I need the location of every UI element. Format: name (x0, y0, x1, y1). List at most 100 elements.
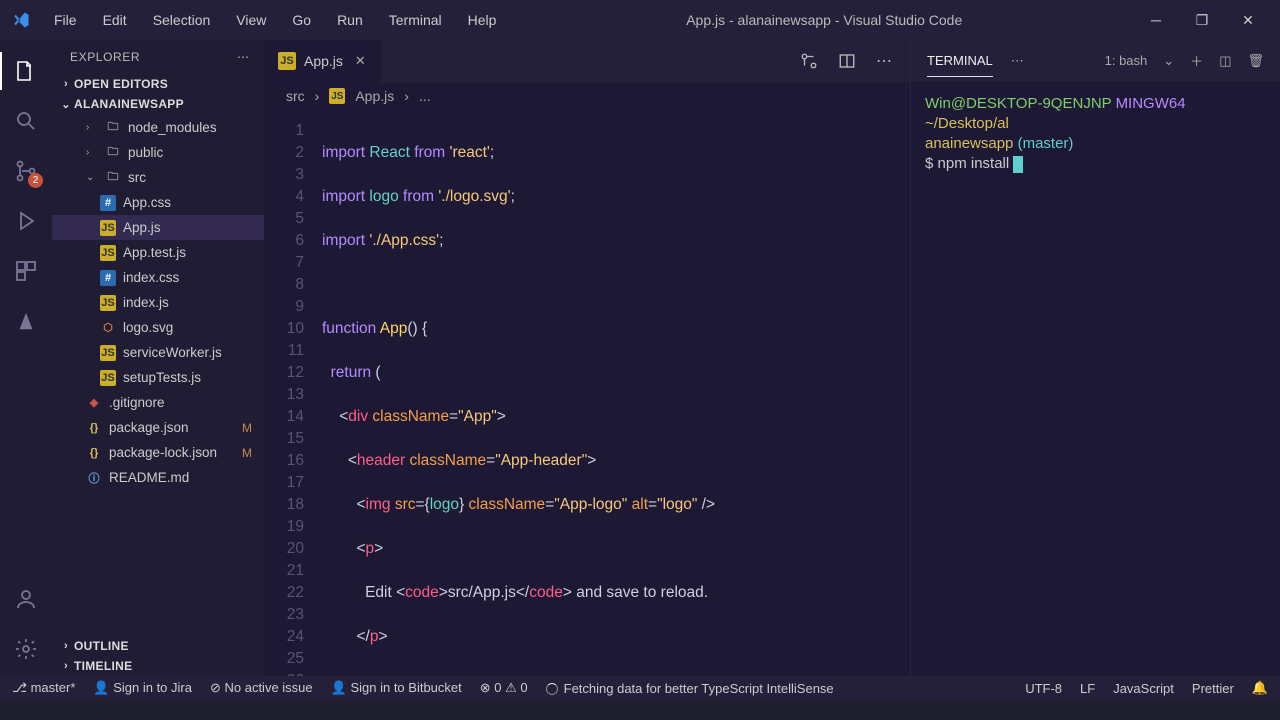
vscode-logo-icon (12, 11, 30, 29)
file-app-test[interactable]: JSApp.test.js (52, 240, 264, 265)
file-package-lock[interactable]: {}package-lock.jsonM (52, 440, 264, 465)
menu-selection[interactable]: Selection (143, 8, 221, 32)
tab-app-js[interactable]: JS App.js ✕ (264, 40, 381, 82)
menu-view[interactable]: View (226, 8, 276, 32)
js-icon: JS (100, 345, 116, 361)
chevron-down-icon[interactable]: ⌄ (1163, 53, 1174, 69)
trash-icon[interactable]: 🗑 (1247, 53, 1264, 69)
workspace: 2 EXPLORER⋯ ›OPEN EDITORS ⌄ALANAINEWSAPP… (0, 40, 1280, 676)
folder-icon: 🗀 (105, 145, 121, 161)
terminal-cursor (1013, 156, 1023, 173)
menu-file[interactable]: File (44, 8, 87, 32)
terminal-body[interactable]: Win@DESKTOP-9QENJNP MINGW64 ~/Desktop/al… (911, 82, 1280, 676)
explorer-icon[interactable] (13, 58, 39, 84)
maximize-icon[interactable]: ❐ (1188, 12, 1216, 29)
js-icon: JS (100, 245, 116, 261)
status-encoding[interactable]: UTF-8 (1025, 681, 1062, 696)
folder-src[interactable]: ⌄🗀src (52, 165, 264, 190)
menu-edit[interactable]: Edit (93, 8, 137, 32)
scm-badge: 2 (28, 173, 43, 188)
file-gitignore[interactable]: ◈.gitignore (52, 390, 264, 415)
explorer-sidebar: EXPLORER⋯ ›OPEN EDITORS ⌄ALANAINEWSAPP ›… (52, 40, 264, 676)
menu-terminal[interactable]: Terminal (379, 8, 452, 32)
menu-go[interactable]: Go (282, 8, 321, 32)
git-icon: ◈ (86, 395, 102, 411)
file-readme[interactable]: ⓘREADME.md (52, 465, 264, 490)
file-index-css[interactable]: #index.css (52, 265, 264, 290)
line-numbers: 1234567891011121314151617181920212223242… (264, 110, 322, 676)
status-eol[interactable]: LF (1080, 681, 1095, 696)
outline-section[interactable]: ›OUTLINE (52, 636, 264, 656)
explorer-title: EXPLORER⋯ (52, 40, 264, 74)
split-terminal-icon[interactable]: ◫ (1219, 53, 1231, 69)
file-app-js[interactable]: JSApp.js (52, 215, 264, 240)
css-icon: # (100, 195, 116, 211)
timeline-section[interactable]: ›TIMELINE (52, 656, 264, 676)
menu-run[interactable]: Run (327, 8, 373, 32)
breadcrumb[interactable]: src› JS App.js›... (264, 82, 910, 110)
js-icon: JS (100, 220, 116, 236)
new-terminal-icon[interactable]: ＋ (1190, 51, 1203, 70)
tab-label: App.js (304, 53, 343, 69)
spinner-icon (546, 683, 558, 695)
file-app-css[interactable]: #App.css (52, 190, 264, 215)
code-editor[interactable]: 1234567891011121314151617181920212223242… (264, 110, 910, 676)
status-branch[interactable]: ⎇ master* (12, 680, 75, 696)
status-language[interactable]: JavaScript (1113, 681, 1174, 696)
window-controls: ─ ❐ ✕ (1142, 12, 1268, 29)
panel-header: TERMINAL ⋯ 1: bash ⌄ ＋ ◫ 🗑 (911, 40, 1280, 82)
editor-tabs: JS App.js ✕ ⋯ (264, 40, 910, 82)
folder-icon: 🗀 (105, 170, 121, 186)
json-icon: {} (86, 420, 102, 436)
js-icon: JS (329, 88, 345, 104)
folder-public[interactable]: ›🗀public (52, 140, 264, 165)
file-logo-svg[interactable]: ⬡logo.svg (52, 315, 264, 340)
status-issue[interactable]: ⊘ No active issue (210, 680, 313, 696)
terminal-tab[interactable]: TERMINAL (927, 53, 993, 77)
split-editor-icon[interactable] (838, 52, 856, 70)
editor-actions: ⋯ (782, 40, 910, 82)
terminal-panel: TERMINAL ⋯ 1: bash ⌄ ＋ ◫ 🗑 Win@DESKTOP-9… (910, 40, 1280, 676)
more-icon[interactable]: ⋯ (237, 50, 250, 64)
menu-help[interactable]: Help (458, 8, 507, 32)
json-icon: {} (86, 445, 102, 461)
js-icon: JS (100, 295, 116, 311)
file-service-worker[interactable]: JSserviceWorker.js (52, 340, 264, 365)
search-icon[interactable] (13, 108, 39, 134)
account-icon[interactable] (13, 586, 39, 612)
status-ts[interactable]: Fetching data for better TypeScript Inte… (546, 681, 834, 696)
file-setup-tests[interactable]: JSsetupTests.js (52, 365, 264, 390)
notifications-icon[interactable]: 🔔 (1252, 680, 1268, 696)
minimize-icon[interactable]: ─ (1142, 12, 1170, 29)
code-content[interactable]: import React from 'react'; import logo f… (322, 110, 715, 676)
folder-node-modules[interactable]: ›🗀node_modules (52, 115, 264, 140)
more-icon[interactable]: ⋯ (876, 51, 892, 71)
status-jira[interactable]: 👤 Sign in to Jira (93, 680, 192, 696)
atlassian-icon[interactable] (13, 308, 39, 334)
titlebar: File Edit Selection View Go Run Terminal… (0, 0, 1280, 40)
js-icon: JS (100, 370, 116, 386)
more-icon[interactable]: ⋯ (1011, 53, 1024, 69)
extensions-icon[interactable] (13, 258, 39, 284)
compare-icon[interactable] (800, 52, 818, 70)
activity-bar: 2 (0, 40, 52, 676)
close-icon[interactable]: ✕ (1234, 12, 1262, 29)
css-icon: # (100, 270, 116, 286)
status-bar: ⎇ master* 👤 Sign in to Jira ⊘ No active … (0, 676, 1280, 700)
menu-bar: File Edit Selection View Go Run Terminal… (44, 8, 506, 32)
open-editors-section[interactable]: ›OPEN EDITORS (52, 74, 264, 94)
project-section[interactable]: ⌄ALANAINEWSAPP (52, 94, 264, 114)
tab-close-icon[interactable]: ✕ (355, 53, 366, 69)
status-bitbucket[interactable]: 👤 Sign in to Bitbucket (331, 680, 462, 696)
terminal-selector[interactable]: 1: bash (1105, 53, 1148, 68)
source-control-icon[interactable]: 2 (13, 158, 39, 184)
status-prettier[interactable]: Prettier (1192, 681, 1234, 696)
editor-group: JS App.js ✕ ⋯ src› JS App.js›... 1234567… (264, 40, 910, 676)
settings-icon[interactable] (13, 636, 39, 662)
js-icon: JS (278, 52, 296, 70)
status-problems[interactable]: ⊗ 0 ⚠ 0 (480, 680, 528, 696)
debug-icon[interactable] (13, 208, 39, 234)
file-package-json[interactable]: {}package.jsonM (52, 415, 264, 440)
file-index-js[interactable]: JSindex.js (52, 290, 264, 315)
modified-badge: M (242, 421, 252, 435)
